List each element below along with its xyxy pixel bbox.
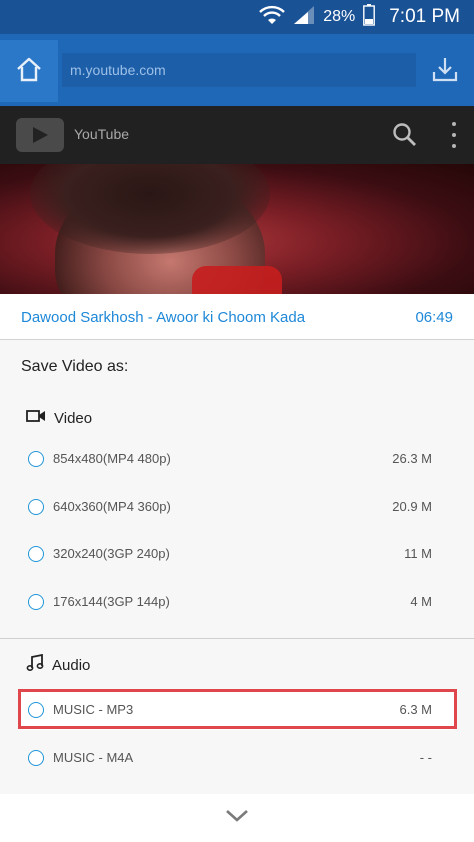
download-icon: [432, 56, 458, 87]
radio-button[interactable]: [28, 594, 44, 610]
search-icon[interactable]: [392, 122, 418, 153]
download-sheet: Dawood Sarkhosh - Awoor ki Choom Kada 06…: [0, 294, 474, 842]
save-as-heading: Save Video as:: [21, 358, 129, 375]
youtube-header: YouTube: [0, 106, 474, 164]
radio-button[interactable]: [28, 750, 44, 766]
video-thumbnail[interactable]: [0, 164, 474, 294]
option-854x480[interactable]: 854x480(MP4 480p) 26.3 M: [20, 439, 454, 479]
audio-section-label: Audio: [52, 656, 91, 674]
option-label: 854x480(MP4 480p): [53, 451, 171, 466]
option-size: 20.9 M: [392, 499, 432, 514]
radio-button[interactable]: [28, 499, 44, 515]
option-size: 26.3 M: [392, 451, 432, 466]
battery-percent: 28%: [323, 8, 356, 25]
highlight-box: [18, 689, 457, 729]
section-divider: [0, 638, 474, 639]
play-button-icon: [192, 266, 282, 294]
youtube-title: YouTube: [74, 126, 130, 142]
home-button[interactable]: [0, 40, 58, 102]
option-label: 320x240(3GP 240p): [53, 546, 170, 561]
option-176x144[interactable]: 176x144(3GP 144p) 4 M: [20, 582, 454, 622]
video-duration: 06:49: [415, 309, 453, 326]
option-size: - -: [419, 750, 432, 765]
youtube-logo-icon[interactable]: [16, 118, 64, 152]
url-field[interactable]: m.youtube.com: [62, 53, 416, 87]
option-size: 11 M: [404, 546, 432, 561]
option-music-m4a[interactable]: MUSIC - M4A - -: [20, 738, 454, 778]
video-section-label: Video: [54, 409, 93, 427]
chevron-down-icon[interactable]: [224, 808, 250, 829]
radio-button[interactable]: [28, 451, 44, 467]
battery-icon: [363, 3, 376, 31]
option-label: 176x144(3GP 144p): [53, 594, 170, 609]
video-info-row: Dawood Sarkhosh - Awoor ki Choom Kada 06…: [0, 294, 474, 340]
video-title: Dawood Sarkhosh - Awoor ki Choom Kada: [21, 309, 306, 326]
download-button[interactable]: [428, 54, 462, 88]
home-icon: [15, 56, 43, 87]
video-section-heading: Video: [26, 409, 92, 427]
status-bar: 28% 7:01 PM: [0, 0, 474, 34]
screen: 28% 7:01 PM m.youtube.com YouTube Dawood…: [0, 0, 474, 842]
more-vert-icon[interactable]: [450, 122, 458, 148]
signal-icon: [293, 5, 315, 30]
clock: 7:01 PM: [389, 6, 460, 27]
music-note-icon: [26, 653, 44, 676]
option-label: MUSIC - M4A: [53, 750, 134, 765]
collapse-bar[interactable]: [0, 794, 474, 842]
videocam-icon: [26, 409, 46, 427]
option-320x240[interactable]: 320x240(3GP 240p) 11 M: [20, 534, 454, 574]
option-size: 4 M: [410, 594, 432, 609]
wifi-icon: [259, 4, 286, 31]
option-label: 640x360(MP4 360p): [53, 499, 171, 514]
radio-button[interactable]: [28, 546, 44, 562]
status-icons: 28% 7:01 PM: [259, 3, 460, 31]
option-640x360[interactable]: 640x360(MP4 360p) 20.9 M: [20, 487, 454, 527]
browser-toolbar: m.youtube.com: [0, 34, 474, 106]
audio-section-heading: Audio: [26, 653, 91, 676]
